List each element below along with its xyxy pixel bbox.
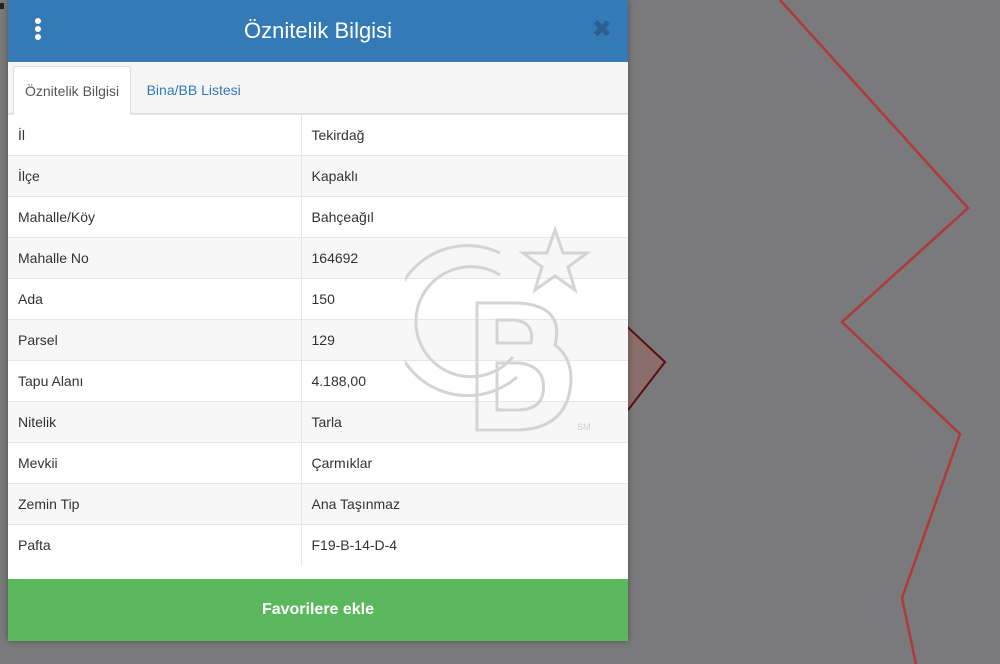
panel-title: Öznitelik Bilgisi <box>244 18 392 43</box>
attribute-value: Tekirdağ <box>301 114 628 156</box>
attribute-value: Çarmıklar <box>301 442 628 484</box>
attribute-key: Mevkii <box>8 442 302 484</box>
attribute-info-panel: Öznitelik Bilgisi ✖ Öznitelik Bilgisi Bi… <box>8 0 628 641</box>
table-row: Tapu Alanı 4.188,00 <box>8 360 628 402</box>
attribute-key: Nitelik <box>8 401 302 443</box>
attribute-table: İl Tekirdağ İlçe Kapaklı Mahalle/Köy Bahçeağı… <box>8 114 628 566</box>
tab-attribute-info[interactable]: Öznitelik Bilgisi <box>13 66 132 115</box>
attribute-key: Pafta <box>8 524 302 566</box>
panel-header: Öznitelik Bilgisi ✖ <box>8 0 628 62</box>
attribute-value: Ana Taşınmaz <box>301 483 628 525</box>
attribute-value: Bahçeağıl <box>301 196 628 238</box>
table-row: Parsel 129 <box>8 319 628 361</box>
tab-building-list[interactable]: Bina/BB Listesi <box>136 66 252 114</box>
attribute-key: Mahalle/Köy <box>8 196 302 238</box>
table-row: İl Tekirdağ <box>8 114 628 156</box>
table-row: Mahalle/Köy Bahçeağıl <box>8 196 628 238</box>
attribute-value: 4.188,00 <box>301 360 628 402</box>
map-corner-mark <box>0 3 4 9</box>
tab-bar: Öznitelik Bilgisi Bina/BB Listesi <box>8 62 628 115</box>
table-row: Mahalle No 164692 <box>8 237 628 279</box>
attribute-value: Tarla <box>301 401 628 443</box>
attribute-value: 129 <box>301 319 628 361</box>
attribute-value: 164692 <box>301 237 628 279</box>
attribute-key: Parsel <box>8 319 302 361</box>
attribute-key: Zemin Tip <box>8 483 302 525</box>
attribute-key: İlçe <box>8 155 302 197</box>
table-row: Mevkii Çarmıklar <box>8 442 628 484</box>
table-row: İlçe Kapaklı <box>8 155 628 197</box>
table-row: Zemin Tip Ana Taşınmaz <box>8 483 628 525</box>
parcel-boundary-line <box>779 0 970 664</box>
attribute-value: F19-B-14-D-4 <box>301 524 628 566</box>
add-favorite-button[interactable]: Favorilere ekle <box>8 579 628 641</box>
close-icon[interactable]: ✖ <box>592 18 612 42</box>
table-row: Ada 150 <box>8 278 628 320</box>
attribute-value: Kapaklı <box>301 155 628 197</box>
table-row: Nitelik Tarla <box>8 401 628 443</box>
attribute-key: Mahalle No <box>8 237 302 279</box>
attribute-key: İl <box>8 114 302 156</box>
attribute-key: Ada <box>8 278 302 320</box>
attribute-value: 150 <box>301 278 628 320</box>
attribute-key: Tapu Alanı <box>8 360 302 402</box>
table-row: Pafta F19-B-14-D-4 <box>8 524 628 566</box>
